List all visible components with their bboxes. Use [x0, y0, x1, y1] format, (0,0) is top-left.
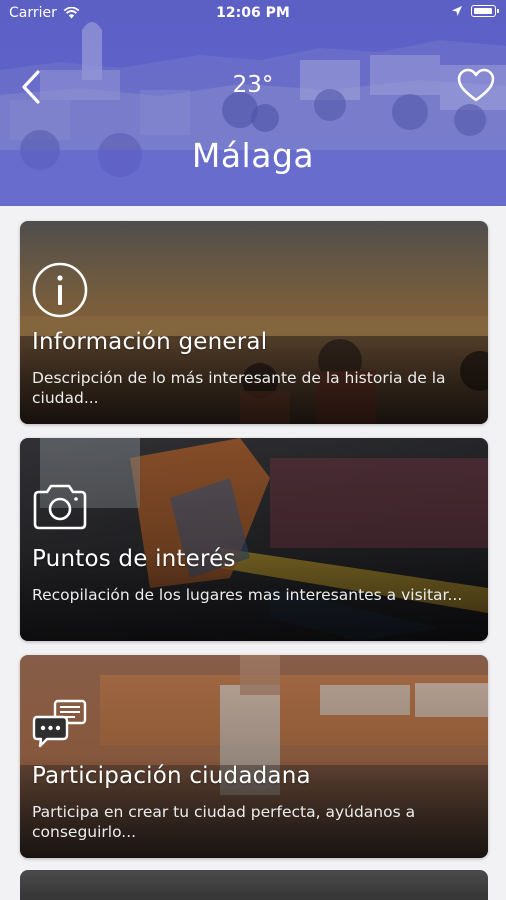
temperature: 23°: [232, 72, 274, 98]
card-next-partial[interactable]: [20, 870, 488, 900]
card-description: Participa en crear tu ciudad perfecta, a…: [32, 803, 416, 841]
card-general-info[interactable]: Información general Descripción de lo má…: [20, 221, 488, 424]
heart-icon: [457, 68, 495, 102]
status-right: [451, 5, 499, 17]
card-description: Descripción de lo más interesante de la …: [32, 369, 446, 407]
card-description: Recopilación de los lugares mas interesa…: [32, 586, 463, 604]
card-overlay: [20, 438, 488, 641]
card-title: Puntos de interés: [32, 546, 236, 572]
location-arrow-icon: [452, 6, 462, 16]
info-icon: [32, 262, 88, 318]
battery-icon: [471, 5, 499, 17]
camera-icon: [33, 484, 87, 530]
card-title: Información general: [32, 329, 268, 355]
card-title: Participación ciudadana: [32, 763, 311, 789]
chat-bubbles-icon: [32, 699, 87, 748]
city-skyline-image: [0, 0, 506, 206]
status-time: 12:06 PM: [216, 5, 290, 21]
section-list: Información general Descripción de lo má…: [20, 221, 488, 872]
card-citizen-participation[interactable]: Participación ciudadana Participa en cre…: [20, 655, 488, 858]
city-title: Málaga: [191, 136, 315, 175]
city-header: Carrier 12:06 PM 23° Málaga: [0, 0, 506, 206]
favorite-button[interactable]: [456, 66, 496, 106]
card-points-of-interest[interactable]: Puntos de interés Recopilación de los lu…: [20, 438, 488, 641]
status-bar: Carrier 12:06 PM: [0, 0, 506, 28]
